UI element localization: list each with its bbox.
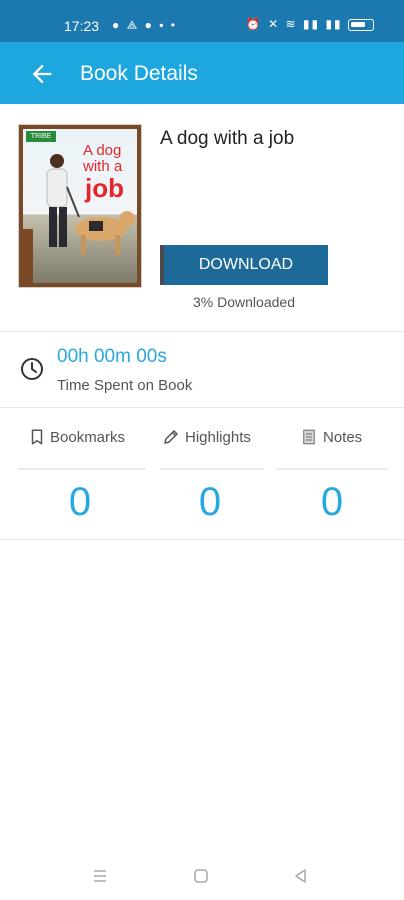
time-spent-label: Time Spent on Book — [57, 377, 193, 394]
notes-count: 0 — [320, 480, 344, 524]
book-section: TRIBE A dog with a job A dog with a job … — [0, 104, 404, 332]
cover-art: TRIBE A dog with a job — [23, 129, 137, 285]
download-status: 3% Downloaded — [193, 294, 295, 310]
menu-icon[interactable] — [88, 864, 112, 888]
highlights-label: Highlights — [185, 429, 251, 446]
highlights-tab[interactable]: Highlights — [160, 418, 264, 470]
battery-icon — [348, 18, 374, 31]
back-triangle-icon[interactable] — [289, 864, 313, 888]
time-spent-value: 00h 00m 00s — [57, 346, 167, 367]
system-icons: ⏰ ✕ ≋ ▮▮ ▮▮ — [245, 17, 343, 31]
book-title: A dog with a job — [160, 128, 295, 149]
system-status-icons: ⏰ ✕ ≋ ▮▮ ▮▮ — [246, 17, 374, 31]
time-spent-section: 00h 00m 00s Time Spent on Book — [0, 332, 404, 408]
bookmark-icon — [31, 429, 43, 445]
arrow-left-icon — [32, 64, 52, 84]
cover-title-line-2: with a — [83, 158, 123, 175]
book-cover-image[interactable]: TRIBE A dog with a job — [18, 124, 142, 288]
system-nav-bar — [0, 850, 404, 900]
notes-tab[interactable]: Notes — [276, 418, 388, 470]
notepad-icon — [303, 429, 315, 445]
bookmarks-count: 0 — [68, 480, 92, 524]
bookmarks-label: Bookmarks — [50, 429, 126, 446]
status-bar: 17:23 ● ⟁ ● ▪ • ⏰ ✕ ≋ ▮▮ ▮▮ — [0, 0, 404, 42]
notes-label: Notes — [323, 429, 363, 446]
home-square-icon[interactable] — [189, 864, 213, 888]
highlights-count: 0 — [198, 480, 222, 524]
status-time: 17:23 — [64, 18, 100, 34]
clock-icon — [21, 358, 43, 380]
bookmarks-tab[interactable]: Bookmarks — [18, 418, 146, 470]
notification-icons: ● ⟁ ● ▪ • — [112, 18, 177, 32]
download-button[interactable]: DOWNLOAD — [160, 245, 328, 285]
cover-illustration — [23, 154, 135, 285]
back-button[interactable] — [28, 60, 56, 88]
app-bar: Book Details — [0, 42, 404, 104]
stats-section: Bookmarks Highlights Notes 0 0 0 — [0, 408, 404, 540]
cover-badge: TRIBE — [26, 131, 56, 142]
pencil-icon — [164, 430, 178, 444]
page-title: Book Details — [80, 62, 198, 85]
cover-title-line-3: job — [85, 173, 124, 203]
cover-title-line-1: A dog — [83, 142, 122, 159]
